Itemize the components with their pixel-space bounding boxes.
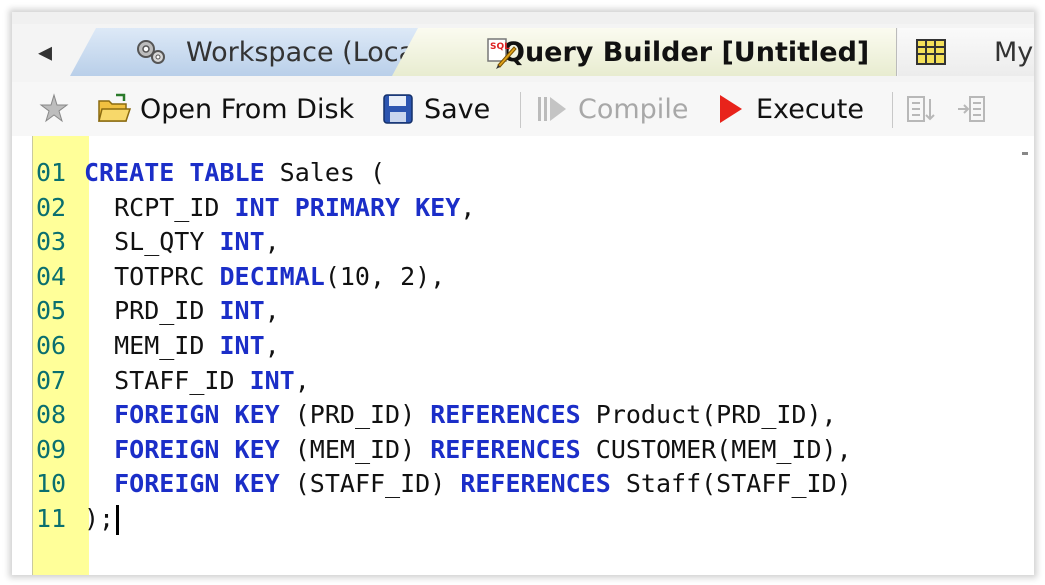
save-button[interactable]: Save <box>380 88 490 130</box>
line-number: 11 <box>36 503 67 533</box>
sql-keyword: REFERENCES <box>430 400 581 430</box>
tab-query-builder[interactable]: SQL Query Builder [Untitled] <box>392 28 897 76</box>
sql-keyword: FOREIGN KEY <box>114 400 280 430</box>
code-line[interactable]: 06 MEM_ID INT, <box>32 329 1034 364</box>
line-number: 06 <box>36 330 67 360</box>
sql-text: Sales ( <box>264 158 386 187</box>
line-number: 10 <box>36 469 67 499</box>
tab-label: Query Builder [Untitled] <box>502 36 870 68</box>
tab-label: Workspace (Local) <box>186 36 434 68</box>
tab-next[interactable]: MyS <box>898 28 1034 76</box>
sql-keyword: REFERENCES <box>460 469 611 499</box>
code-line[interactable]: 11); <box>32 502 1034 537</box>
line-number: 04 <box>36 261 67 291</box>
line-number: 07 <box>36 365 67 395</box>
open-from-disk-label: Open From Disk <box>140 93 355 125</box>
sql-text: Product(PRD_ID), <box>580 400 837 430</box>
sql-editor[interactable]: 01 CREATE TABLE Sales ( 02 RCPT_ID INT PRI… <box>12 136 1034 575</box>
sql-text: STAFF_ID <box>84 365 250 395</box>
line-number: 09 <box>36 434 67 464</box>
svg-text:SQL: SQL <box>490 42 510 52</box>
sql-text: TOTPRC <box>84 261 220 291</box>
line-number: 08 <box>36 400 67 430</box>
sql-text: , <box>264 330 280 360</box>
sql-text: , <box>264 296 280 326</box>
sql-keyword: INT <box>249 365 295 395</box>
open-folder-icon <box>98 93 132 122</box>
table-grid-icon <box>916 39 946 65</box>
sql-keyword: INT PRIMARY KEY <box>234 192 461 222</box>
sql-text: (MEM_ID) <box>279 434 431 464</box>
sql-text: PRD_ID <box>84 296 220 326</box>
toolbar-divider <box>520 92 521 128</box>
new-query-button[interactable] <box>36 88 80 130</box>
sql-keyword: DECIMAL <box>219 261 325 291</box>
line-number: 01 <box>36 158 67 187</box>
execute-label: Execute <box>756 93 864 125</box>
compile-label: Compile <box>578 93 689 125</box>
sql-text: , <box>294 365 310 395</box>
compile-button[interactable]: Compile <box>534 88 688 130</box>
sql-keyword: CREATE TABLE <box>84 158 265 187</box>
code-line[interactable]: 05 PRD_ID INT, <box>32 294 1034 329</box>
save-label: Save <box>424 93 491 125</box>
sql-keyword: FOREIGN KEY <box>114 434 280 464</box>
sql-text: (STAFF_ID) <box>279 469 461 499</box>
toolbar-divider <box>892 92 893 128</box>
sql-text: MEM_ID <box>84 330 220 360</box>
sql-keyword: INT <box>219 227 265 257</box>
sql-text: RCPT_ID <box>84 192 235 222</box>
sql-keyword: INT <box>219 330 265 360</box>
code-line[interactable]: 02 RCPT_ID INT PRIMARY KEY, <box>32 191 1034 226</box>
code-line[interactable]: 10 FOREIGN KEY (STAFF_ID) REFERENCES Sta… <box>32 467 1034 502</box>
sql-text: (10, 2), <box>324 261 446 291</box>
code-line[interactable]: 04 TOTPRC DECIMAL(10, 2), <box>32 260 1034 295</box>
sql-text: , <box>460 192 476 222</box>
line-number: 03 <box>36 227 67 257</box>
workspace-gears-icon <box>137 40 165 64</box>
code-line[interactable]: 08 FOREIGN KEY (PRD_ID) REFERENCES Produ… <box>32 398 1034 433</box>
format-list-button[interactable] <box>904 88 948 130</box>
save-disk-icon <box>383 94 413 124</box>
line-number: 05 <box>36 296 67 326</box>
list-sort-icon <box>907 96 935 122</box>
indent-button[interactable] <box>956 88 1000 130</box>
tab-bar: ◂ Workspace (Local) SQL Query Builder [U… <box>12 12 1034 82</box>
sql-text: Staff(STAFF_ID) <box>610 469 852 499</box>
toolbar: Open From Disk Save Compile Execute <box>12 82 1034 138</box>
code-line[interactable]: 07 STAFF_ID INT, <box>32 364 1034 399</box>
code-area[interactable]: 01 CREATE TABLE Sales ( 02 RCPT_ID INT PRI… <box>32 156 1034 537</box>
sql-text: CUSTOMER(MEM_ID), <box>580 434 852 464</box>
new-query-icon <box>39 93 69 123</box>
app-window: ◂ Workspace (Local) SQL Query Builder [U… <box>12 12 1034 575</box>
indent-icon <box>958 96 985 122</box>
sql-text: (PRD_ID) <box>279 400 431 430</box>
sql-text: SL_QTY <box>84 227 220 257</box>
query-builder-icon: SQL <box>487 38 517 69</box>
sql-text: , <box>264 227 280 257</box>
execute-button[interactable]: Execute <box>712 88 864 130</box>
sql-keyword: REFERENCES <box>430 434 581 464</box>
sql-text: ); <box>84 503 115 533</box>
scrollbar-marker[interactable] <box>1022 152 1028 155</box>
scroll-left-arrow[interactable]: ◂ <box>30 32 60 72</box>
compile-icon <box>538 97 566 121</box>
open-from-disk-button[interactable]: Open From Disk <box>96 88 354 130</box>
code-line[interactable]: 03 SL_QTY INT, <box>32 225 1034 260</box>
code-line[interactable]: 01 CREATE TABLE Sales ( <box>32 156 1034 191</box>
line-number: 02 <box>36 192 67 222</box>
code-line[interactable]: 09 FOREIGN KEY (MEM_ID) REFERENCES CUSTO… <box>32 433 1034 468</box>
tab-label: MyS <box>994 36 1034 68</box>
text-cursor <box>116 504 120 535</box>
sql-keyword: INT <box>219 296 265 326</box>
sql-keyword: FOREIGN KEY <box>114 469 280 499</box>
execute-play-icon <box>720 95 742 123</box>
